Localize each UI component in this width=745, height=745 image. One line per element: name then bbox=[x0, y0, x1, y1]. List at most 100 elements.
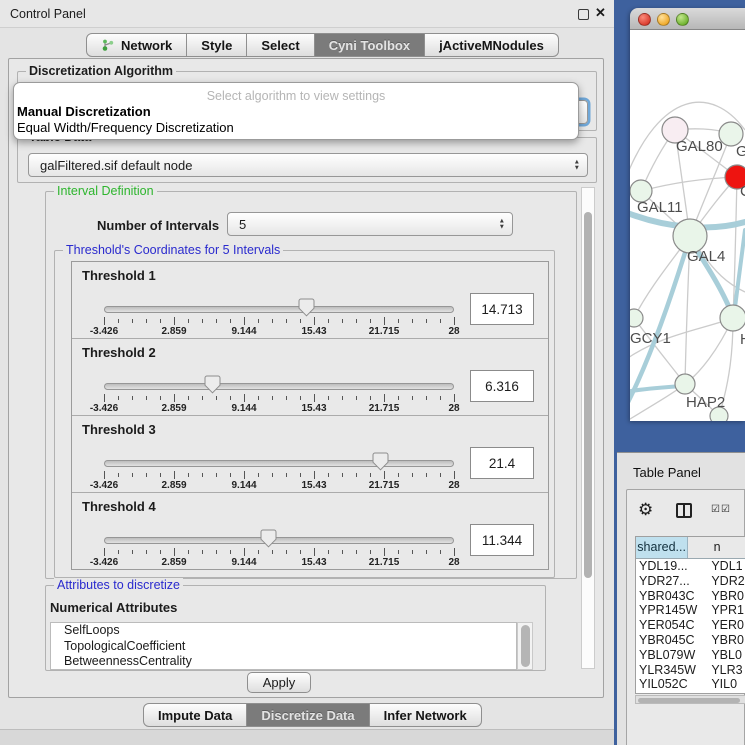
tick-mark bbox=[314, 548, 315, 556]
cell-name[interactable]: YLR3 bbox=[707, 663, 745, 678]
attribute-list-item[interactable]: SelfLoops bbox=[51, 623, 516, 639]
tick-mark bbox=[328, 473, 329, 477]
cell-name[interactable]: YPR1 bbox=[707, 603, 745, 618]
tick-mark bbox=[202, 550, 203, 554]
attribute-browser: ⚙ ☑☑ shared... n YDL19...YDL1YDR27...YDR… bbox=[626, 489, 745, 745]
select-columns-icon[interactable]: ☑☑ bbox=[711, 504, 731, 515]
cell-name[interactable]: YIL0 bbox=[707, 677, 745, 692]
tick-mark bbox=[160, 396, 161, 400]
slider-ticks bbox=[104, 548, 454, 556]
table-row[interactable]: YBL079WYBL0 bbox=[636, 648, 745, 663]
attributes-scrollbar[interactable] bbox=[517, 622, 533, 670]
column-header-name[interactable]: n bbox=[688, 537, 745, 558]
tick-mark bbox=[426, 473, 427, 477]
table-row[interactable]: YBR045CYBR0 bbox=[636, 633, 745, 648]
tick-mark bbox=[174, 471, 175, 479]
network-window-titlebar[interactable] bbox=[630, 8, 745, 30]
attributes-group: Attributes to discretize Numerical Attri… bbox=[45, 585, 546, 671]
threshold-value-field[interactable]: 14.713 bbox=[470, 293, 534, 325]
network-node bbox=[630, 309, 643, 327]
tick-mark bbox=[216, 396, 217, 400]
tab-style[interactable]: Style bbox=[187, 33, 247, 57]
numerical-attributes-label: Numerical Attributes bbox=[50, 600, 177, 615]
cell-shared-name[interactable]: YER054C bbox=[636, 618, 707, 633]
tab-select[interactable]: Select bbox=[247, 33, 314, 57]
tick-mark bbox=[454, 317, 455, 325]
node-table[interactable]: shared... n YDL19...YDL1YDR27...YDR2YBR0… bbox=[635, 536, 745, 694]
threshold-value-field[interactable]: 6.316 bbox=[470, 370, 534, 402]
thresholds-group: Threshold's Coordinates for 5 Intervals … bbox=[54, 250, 555, 578]
gear-icon[interactable]: ⚙ bbox=[638, 500, 653, 520]
cell-shared-name[interactable]: YDR27... bbox=[636, 574, 707, 589]
table-data-combobox[interactable]: galFiltered.sif default node ▲▼ bbox=[28, 153, 588, 177]
table-row[interactable]: YDR27...YDR2 bbox=[636, 574, 745, 589]
table-row[interactable]: YIL052CYIL0 bbox=[636, 677, 745, 692]
tick-mark bbox=[328, 550, 329, 554]
panel-scrollbar[interactable] bbox=[581, 187, 595, 669]
cell-shared-name[interactable]: YBL079W bbox=[636, 648, 707, 663]
attribute-list-item[interactable]: TopologicalCoefficient bbox=[51, 639, 516, 655]
tick-mark bbox=[146, 550, 147, 554]
node-label: H bbox=[740, 331, 745, 348]
panel-scrollbar-thumb[interactable] bbox=[584, 212, 592, 578]
tab-cyni-toolbox[interactable]: Cyni Toolbox bbox=[315, 33, 425, 57]
threshold-row: Threshold 1 -3.4262.8599.14415.4321.7152… bbox=[72, 262, 548, 339]
tab-jactivemnodules[interactable]: jActiveMNodules bbox=[425, 33, 559, 57]
popup-option-equal-width-frequency[interactable]: Equal Width/Frequency Discretization bbox=[17, 120, 234, 135]
cell-name[interactable]: YBR0 bbox=[707, 633, 745, 648]
table-row[interactable]: YER054CYER0 bbox=[636, 618, 745, 633]
tick-mark bbox=[370, 550, 371, 554]
cell-shared-name[interactable]: YBR045C bbox=[636, 633, 707, 648]
tick-mark bbox=[118, 319, 119, 323]
tick-label: 15.43 bbox=[301, 326, 326, 337]
table-row[interactable]: YDL19...YDL1 bbox=[636, 559, 745, 574]
close-panel-icon[interactable]: ✕ bbox=[595, 5, 606, 21]
tab-label: Network bbox=[121, 38, 172, 53]
network-canvas[interactable]: GAL80GCGAL11GAL4GCY1HHAP2 bbox=[630, 30, 745, 421]
numerical-attributes-list[interactable]: SelfLoopsTopologicalCoefficientBetweenne… bbox=[50, 622, 517, 670]
column-header-shared-name[interactable]: shared... bbox=[636, 537, 688, 558]
minimize-window-icon[interactable] bbox=[657, 13, 670, 26]
cell-shared-name[interactable]: YIL052C bbox=[636, 677, 707, 692]
number-of-intervals-spinner[interactable]: 5 ▲▼ bbox=[227, 212, 513, 236]
close-window-icon[interactable] bbox=[638, 13, 651, 26]
tick-mark bbox=[370, 396, 371, 400]
slider-ticks bbox=[104, 317, 454, 325]
cell-name[interactable]: YER0 bbox=[707, 618, 745, 633]
slider-ticks bbox=[104, 394, 454, 402]
control-panel-titlebar: Control Panel ✕ bbox=[0, 0, 614, 28]
cell-name[interactable]: YBL0 bbox=[707, 648, 745, 663]
popup-option-manual-discretization[interactable]: Manual Discretization bbox=[17, 104, 151, 119]
table-row[interactable]: YLR345WYLR3 bbox=[636, 663, 745, 678]
tab-discretize-data[interactable]: Discretize Data bbox=[247, 703, 369, 727]
threshold-value-field[interactable]: 21.4 bbox=[470, 447, 534, 479]
attributes-scrollbar-thumb[interactable] bbox=[521, 625, 530, 667]
cell-name[interactable]: YDR2 bbox=[707, 574, 745, 589]
table-row[interactable]: YBR043CYBR0 bbox=[636, 589, 745, 604]
attribute-list-item[interactable]: BetweennessCentrality bbox=[51, 654, 516, 670]
float-panel-icon[interactable] bbox=[578, 9, 589, 20]
cell-shared-name[interactable]: YBR043C bbox=[636, 589, 707, 604]
tab-infer-network[interactable]: Infer Network bbox=[370, 703, 482, 727]
cell-name[interactable]: YDL1 bbox=[707, 559, 745, 574]
table-hscrollbar-thumb[interactable] bbox=[638, 698, 740, 703]
zoom-window-icon[interactable] bbox=[676, 13, 689, 26]
cell-shared-name[interactable]: YDL19... bbox=[636, 559, 707, 574]
tab-impute-data[interactable]: Impute Data bbox=[143, 703, 247, 727]
table-row[interactable]: YPR145WYPR1 bbox=[636, 603, 745, 618]
table-hscrollbar[interactable] bbox=[635, 695, 745, 704]
tick-mark bbox=[230, 550, 231, 554]
table-data-value: galFiltered.sif default node bbox=[40, 158, 192, 173]
apply-button[interactable]: Apply bbox=[247, 672, 311, 693]
split-columns-icon[interactable] bbox=[676, 503, 692, 518]
threshold-value-field[interactable]: 11.344 bbox=[470, 524, 534, 556]
tick-mark bbox=[104, 317, 105, 325]
tab-network[interactable]: Network bbox=[86, 33, 187, 57]
network-graph[interactable]: GAL80GCGAL11GAL4GCY1HHAP2 bbox=[630, 30, 745, 421]
tick-mark bbox=[244, 471, 245, 479]
tick-label: 28 bbox=[448, 557, 459, 568]
tick-mark bbox=[202, 396, 203, 400]
cell-name[interactable]: YBR0 bbox=[707, 589, 745, 604]
cell-shared-name[interactable]: YPR145W bbox=[636, 603, 707, 618]
cell-shared-name[interactable]: YLR345W bbox=[636, 663, 707, 678]
